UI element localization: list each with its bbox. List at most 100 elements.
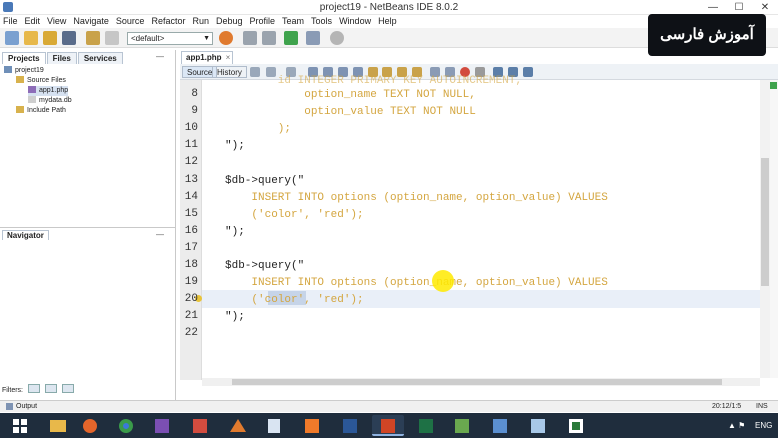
browser-icon[interactable]: [219, 31, 233, 45]
menu-file[interactable]: File: [3, 15, 18, 28]
output-icon: [6, 403, 13, 410]
filter-sort-icon[interactable]: [61, 384, 74, 393]
tab-services[interactable]: Services: [77, 52, 123, 64]
xampp-icon[interactable]: [296, 415, 328, 436]
watermark-badge: آموزش فارسی: [648, 14, 766, 56]
build-icon[interactable]: [243, 31, 257, 45]
code-line-7-partial: id INTEGER PRIMARY KEY AUTOINCREMENT,: [225, 75, 523, 87]
menu-run[interactable]: Run: [192, 15, 209, 28]
horizontal-scroll-thumb[interactable]: [232, 379, 722, 385]
firefox-icon[interactable]: [74, 415, 106, 436]
tab-files[interactable]: Files: [46, 52, 77, 64]
matlab-icon[interactable]: [222, 415, 254, 436]
app-icon[interactable]: [184, 415, 216, 436]
menu-source[interactable]: Source: [116, 15, 145, 28]
menu-help[interactable]: Help: [378, 15, 397, 28]
code-line: $db->query(": [225, 174, 304, 188]
menu-edit[interactable]: Edit: [25, 15, 41, 28]
undo-icon[interactable]: [86, 31, 100, 45]
filter-static-icon[interactable]: [44, 384, 57, 393]
cube-app-icon[interactable]: [258, 415, 290, 436]
code-line: ('color', 'red');: [225, 208, 364, 222]
status-ok-icon: [770, 82, 777, 89]
code-line: option_value TEXT NOT NULL: [225, 105, 476, 119]
close-button[interactable]: ✕: [752, 0, 778, 15]
code-token: option_name TEXT NOT NULL,: [304, 89, 476, 101]
code-token: );: [225, 123, 292, 136]
close-tab-icon[interactable]: ×: [226, 53, 231, 62]
language-indicator[interactable]: ENG: [755, 413, 772, 438]
line-number: 17: [184, 241, 198, 254]
menu-profile[interactable]: Profile: [250, 15, 276, 28]
new-file-icon[interactable]: [5, 31, 19, 45]
tab-navigator[interactable]: Navigator: [2, 230, 49, 240]
line-number: 9: [191, 105, 198, 118]
code-token: ('color', 'red');: [225, 208, 364, 221]
line-number: 21: [184, 310, 198, 323]
format-icon[interactable]: [523, 67, 533, 77]
line-number: 11: [184, 139, 198, 152]
panel-tabs: Projects Files Services: [2, 52, 124, 64]
code-token: $db->query(": [225, 174, 305, 187]
redo-icon[interactable]: [105, 31, 119, 45]
new-project-icon[interactable]: [24, 31, 38, 45]
menu-tools[interactable]: Tools: [311, 15, 332, 28]
menu-refactor[interactable]: Refactor: [151, 15, 185, 28]
tray-icons[interactable]: ▲ ⚑: [728, 413, 745, 438]
camtasia-icon[interactable]: [560, 415, 592, 436]
code-line: ");: [225, 139, 245, 153]
taskbar: ▲ ⚑ ENG: [0, 413, 778, 438]
windows-start-icon[interactable]: [4, 415, 36, 436]
tree-item-mydata[interactable]: mydata.db: [28, 96, 72, 106]
code-token: $db->query(": [225, 260, 305, 272]
menu-view[interactable]: View: [47, 15, 66, 28]
tree-item-app1[interactable]: app1.php: [28, 86, 69, 96]
tab-projects[interactable]: Projects: [2, 52, 46, 64]
tree-item-source-files[interactable]: Source Files: [16, 76, 66, 86]
line-number: 18: [184, 259, 198, 271]
code-token: ('color', 'red');: [225, 294, 364, 307]
vertical-scroll-thumb[interactable]: [761, 158, 769, 286]
line-number: 20: [184, 293, 198, 306]
save-all-icon[interactable]: [62, 31, 76, 45]
insert-mode: INS: [756, 403, 768, 410]
debug-icon[interactable]: [306, 31, 320, 45]
menu-navigate[interactable]: Navigate: [73, 15, 109, 28]
spreadsheet-app-icon[interactable]: [446, 415, 478, 436]
config-select-value: <default>: [131, 34, 165, 43]
chrome-icon[interactable]: [110, 415, 142, 436]
run-icon[interactable]: [284, 31, 298, 45]
panel-minimize-icon[interactable]: —: [156, 52, 164, 61]
excel-icon[interactable]: [410, 415, 442, 436]
tool-app-icon[interactable]: [522, 415, 554, 436]
profile-icon[interactable]: [330, 31, 344, 45]
file-tab-app1[interactable]: app1.php ×: [181, 51, 233, 64]
visual-studio-icon[interactable]: [146, 415, 178, 436]
line-number: 22: [184, 327, 198, 340]
line-number: 15: [184, 207, 198, 220]
line-number: 8: [191, 88, 198, 100]
menu-team[interactable]: Team: [282, 15, 304, 28]
code-line: ");: [225, 225, 245, 239]
minimize-button[interactable]: —: [700, 0, 726, 15]
powerpoint-icon[interactable]: [372, 415, 404, 436]
menu-debug[interactable]: Debug: [216, 15, 243, 28]
output-tab[interactable]: Output: [16, 401, 37, 412]
filter-fields-icon[interactable]: [27, 384, 40, 393]
menu-window[interactable]: Window: [339, 15, 371, 28]
netbeans-taskbar-icon[interactable]: [484, 415, 516, 436]
panel-minimize-icon[interactable]: —: [156, 230, 164, 239]
editor-panel: [180, 50, 778, 400]
open-project-icon[interactable]: [43, 31, 57, 45]
file-explorer-icon[interactable]: [42, 415, 74, 436]
filters-label: Filters:: [2, 387, 23, 394]
config-select[interactable]: <default> ▼: [127, 32, 213, 45]
word-icon[interactable]: [334, 415, 366, 436]
navigator-panel: Navigator —: [0, 227, 176, 387]
maximize-button[interactable]: ☐: [726, 0, 752, 15]
tree-item-include-path[interactable]: Include Path: [16, 106, 66, 116]
chevron-down-icon: ▼: [203, 35, 210, 42]
tree-item-project[interactable]: project19: [4, 66, 44, 76]
clean-build-icon[interactable]: [262, 31, 276, 45]
code-token: INSERT INTO options (option_name, option…: [225, 277, 608, 290]
